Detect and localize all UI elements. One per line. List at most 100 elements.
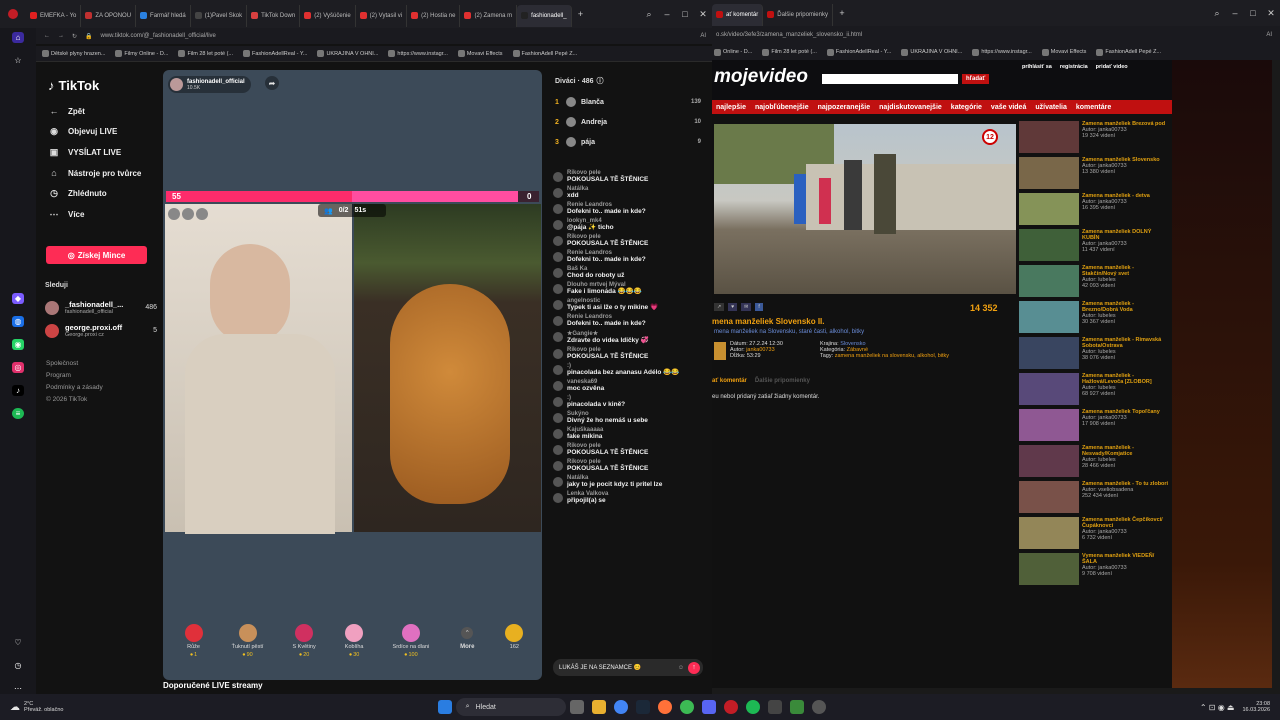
video-thumbnail[interactable]	[1019, 517, 1079, 549]
related-video[interactable]: Zamena manželiek - Hažlová/Levoča [ZLOBO…	[1019, 373, 1169, 405]
chat-message[interactable]: ★Gangie★ Zdravte do videa ldičky 💞	[553, 330, 703, 345]
related-video[interactable]: Zamena manželiek Brezová pod Autor: janka…	[1019, 121, 1169, 153]
video-thumbnail[interactable]	[1019, 229, 1079, 261]
address-bar[interactable]: o.sk/video/3efe3/zamena_manzeliek_sloven…	[712, 26, 1280, 44]
instagram-icon[interactable]: ◎	[12, 362, 24, 374]
bookmark[interactable]: UKRAJINA V OHNI...	[317, 50, 378, 57]
coin-balance[interactable]: 162	[505, 624, 524, 668]
search-tabs-icon[interactable]: ⌕	[1208, 8, 1226, 19]
app-icon[interactable]	[789, 700, 804, 714]
bookmark[interactable]: UKRAJINA V OHNI...	[901, 48, 962, 56]
gift-item[interactable]: Srdíce na dlani ●100	[393, 624, 429, 668]
tiktok-icon[interactable]: ♪	[12, 385, 24, 397]
explorer-icon[interactable]	[591, 700, 606, 714]
gift-item[interactable]: Koblíha ●30	[345, 624, 363, 668]
info-icon[interactable]: ⓘ	[597, 76, 604, 86]
settings-icon[interactable]	[811, 700, 826, 714]
minimize-icon[interactable]: –	[658, 9, 676, 19]
favorite-button[interactable]: ♥	[728, 303, 738, 311]
facebook-button[interactable]: f	[755, 303, 763, 311]
chrome-icon[interactable]	[613, 700, 628, 714]
reload-icon[interactable]: ↻	[72, 33, 77, 40]
browser-tab[interactable]: EMEFKA - Yo	[26, 4, 82, 27]
gift-item[interactable]: S Květiny ●20	[292, 624, 316, 668]
top-viewer-row[interactable]: 2 Andreja 10	[555, 112, 701, 132]
forward-icon[interactable]: →	[58, 33, 64, 39]
browser-tab[interactable]: (1)Pavel Skok	[191, 4, 248, 27]
share-icon[interactable]: ➦	[265, 76, 279, 90]
bookmark[interactable]: FashionAdell Pepé Z...	[1096, 48, 1161, 56]
new-tab-icon[interactable]: +	[572, 9, 590, 19]
steam-icon[interactable]	[635, 700, 650, 714]
opera-logo-icon[interactable]	[8, 9, 18, 19]
email-button[interactable]: ✉	[741, 303, 752, 311]
get-coins-button[interactable]: ◎ Získej Mince	[46, 246, 147, 264]
chat-message[interactable]: Rikovo pele POKOUSALA TĚ ŠTĚNICE	[553, 170, 703, 184]
gift-item[interactable]: Ťuknutí pěstí ●90	[232, 624, 263, 668]
host-info[interactable]: fashionadell_official 10.5K	[168, 76, 251, 93]
taskbar-search[interactable]: ⌕ Hledat	[455, 698, 566, 716]
discord-icon[interactable]	[701, 700, 716, 714]
related-video[interactable]: Zamena manželiek - To tu zlobori Autor: v…	[1019, 481, 1169, 513]
browser-tab[interactable]: Ďalšie pripomienky	[763, 3, 833, 26]
back-icon[interactable]: ←	[44, 33, 50, 39]
chat-message[interactable]: :) pinacolada bez ananasu Adélo 😂😂	[553, 363, 703, 377]
send-icon[interactable]: ↑	[688, 661, 700, 674]
related-video[interactable]: Zamena manželiek Topoľčany Autor: janka00…	[1019, 409, 1169, 441]
tray-icons[interactable]: ⌃ ⊡ ◉ ⏏	[1200, 703, 1235, 712]
following-item[interactable]: _fashionadell_... fashionadell_official 48…	[45, 300, 157, 315]
chat-message[interactable]: vaneska69 moc ozvěna	[553, 379, 703, 393]
video-thumbnail[interactable]	[1019, 265, 1079, 297]
related-video[interactable]: Zamena manželiek - Stakčín/Nový svet Auto…	[1019, 265, 1169, 297]
chat-message[interactable]: lookyn_mk4 @pája ✨ ticho	[553, 218, 703, 232]
bookmark[interactable]: Dětské plyny hrazen...	[42, 50, 105, 57]
browser-tab[interactable]: fashionadell_	[517, 4, 572, 27]
video-thumbnail[interactable]	[1019, 373, 1079, 405]
site-nav-item[interactable]: najobľúbenejšie	[755, 104, 809, 111]
ai-button[interactable]: AI	[1266, 32, 1280, 38]
browser-tab[interactable]: (2) Hostia ne	[407, 4, 461, 27]
video-thumbnail[interactable]	[1019, 193, 1079, 225]
comment-tab[interactable]: Ďalšie pripomienky	[755, 378, 810, 384]
header-link[interactable]: pridať video	[1096, 64, 1128, 70]
bookmark[interactable]: https://www.instagr...	[388, 50, 448, 57]
weather-widget[interactable]: 2°C Převáž. oblačno	[24, 701, 63, 713]
chat-message[interactable]: angelnostic Typek ti asi lže o ty mikine …	[553, 298, 703, 312]
maximize-icon[interactable]: □	[1244, 8, 1262, 18]
bookmark[interactable]: Online - D...	[714, 48, 752, 56]
firefox-icon[interactable]	[657, 700, 672, 714]
bookmark[interactable]: FashionAdellReal - Y...	[242, 50, 307, 57]
chat-message[interactable]: Baš Ka Chod do roboty už	[553, 266, 703, 280]
opera-icon[interactable]	[723, 700, 738, 714]
chat-message[interactable]: Rikovo pele POKOUSALA TĚ ŠTĚNICE	[553, 347, 703, 361]
minimize-icon[interactable]: –	[1226, 8, 1244, 18]
site-nav-item[interactable]: vaše videá	[991, 104, 1026, 111]
chat-message[interactable]: Renie Leandros Dofekni to.. made in kde?	[553, 202, 703, 216]
messenger-icon[interactable]: ◍	[12, 315, 24, 328]
chat-message[interactable]: Sukýno Divný že ho nemáš u sebe	[553, 411, 703, 425]
history-icon[interactable]: ◷	[12, 660, 24, 671]
browser-tab[interactable]: ať komentár	[712, 3, 764, 26]
video-thumbnail[interactable]	[1019, 481, 1079, 513]
related-video[interactable]: Vymena manželiek VIEDEŇ/ŠALA Autor: janka…	[1019, 553, 1169, 585]
chat-message[interactable]: Rikovo pele POKOUSALA TĚ ŠTĚNICE	[553, 234, 703, 248]
top-viewer-row[interactable]: 3 pája 9	[555, 132, 701, 152]
video-thumbnail[interactable]	[1019, 337, 1079, 369]
whatsapp-icon[interactable]: ◉	[12, 339, 24, 351]
aria-icon[interactable]: ◆	[12, 292, 24, 304]
bookmark[interactable]: Movavi Effects	[457, 50, 503, 57]
footer-link[interactable]: Podmínky a zásady	[46, 384, 103, 391]
address-bar[interactable]: ← → ↻ 🔒 www.tiktok.com/@_fashionadell_of…	[36, 28, 712, 44]
site-nav-item[interactable]: kategórie	[951, 104, 982, 111]
related-video[interactable]: Zamena manželiek - detva Autor: janka0073…	[1019, 193, 1169, 225]
browser-tab[interactable]: (2) Vytasil vi	[356, 4, 408, 27]
video-player[interactable]: 12	[714, 124, 1016, 294]
bookmark[interactable]: FashionAdellReal - Y...	[826, 48, 891, 56]
nav-item[interactable]: ⌂ Nástroje pro tvůrce	[48, 168, 141, 178]
chrome-alt-icon[interactable]	[679, 700, 694, 714]
browser-tab[interactable]: (2) Zamena m	[460, 4, 518, 27]
maximize-icon[interactable]: □	[676, 9, 694, 19]
site-nav-item[interactable]: užívatelia	[1035, 104, 1067, 111]
related-video[interactable]: Zamena manželiek - Nesvady/Komjatice Auto…	[1019, 445, 1169, 477]
browser-tab[interactable]: TikTok Down	[247, 4, 301, 27]
